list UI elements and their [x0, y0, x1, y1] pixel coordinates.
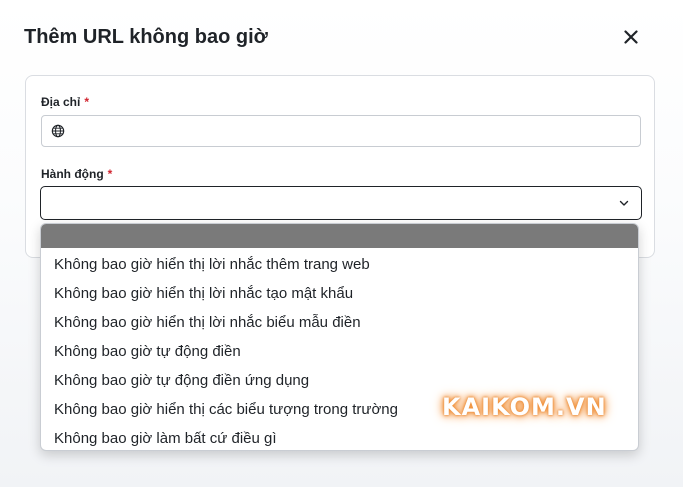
- dropdown-option[interactable]: Không bao giờ hiển thị lời nhắc tạo mật …: [41, 279, 638, 308]
- address-input[interactable]: [74, 116, 634, 146]
- close-button[interactable]: [618, 24, 644, 50]
- dropdown-option[interactable]: Không bao giờ hiển thị lời nhắc thêm tra…: [41, 250, 638, 279]
- action-label: Hành động *: [41, 167, 112, 181]
- dropdown-option[interactable]: Không bao giờ hiển thị lời nhắc biểu mẫu…: [41, 308, 638, 337]
- add-never-url-dialog: Thêm URL không bao giờ Địa chỉ * Hành độn…: [0, 0, 683, 487]
- watermark: KAIKOM.VN: [442, 393, 607, 421]
- address-input-wrapper[interactable]: [41, 115, 641, 147]
- address-label-text: Địa chỉ: [41, 95, 81, 109]
- dialog-title: Thêm URL không bao giờ: [24, 26, 268, 48]
- chevron-down-icon: [619, 200, 629, 206]
- required-mark: *: [84, 95, 90, 109]
- action-select[interactable]: [40, 186, 642, 220]
- close-icon: [624, 30, 638, 44]
- dropdown-option[interactable]: Không bao giờ tự động điền: [41, 337, 638, 366]
- dropdown-option[interactable]: Không bao giờ làm bất cứ điều gì: [41, 424, 638, 450]
- required-mark: *: [107, 167, 113, 181]
- globe-icon: [51, 124, 65, 138]
- address-label: Địa chỉ *: [41, 95, 89, 109]
- action-label-text: Hành động: [41, 167, 104, 181]
- dropdown-option-empty[interactable]: [41, 224, 638, 248]
- dropdown-option[interactable]: Không bao giờ tự động điền ứng dụng: [41, 366, 638, 395]
